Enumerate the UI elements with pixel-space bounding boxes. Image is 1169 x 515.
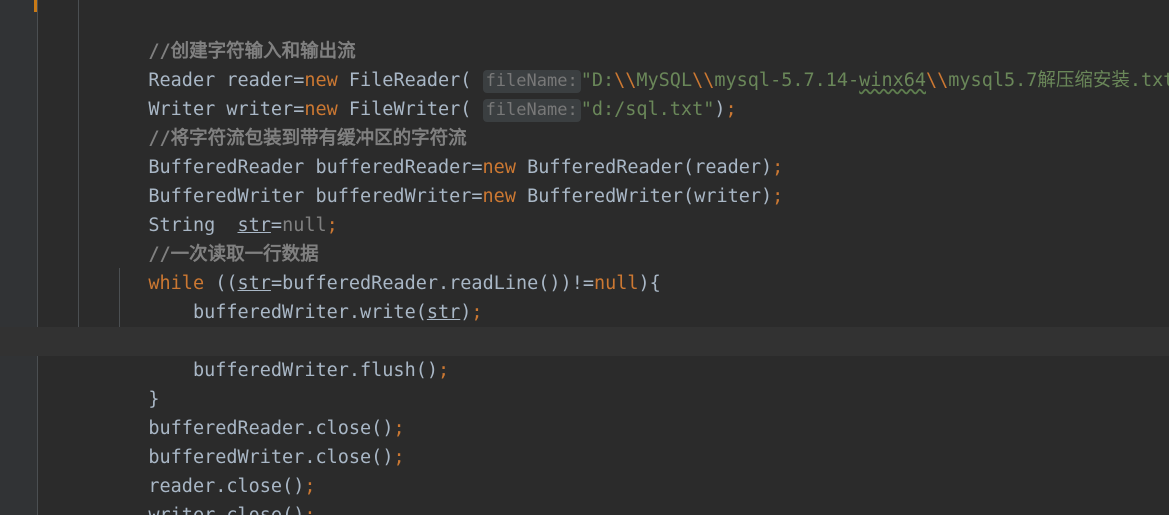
code-line[interactable]: Reader reader=new FileReader( fileName: "… bbox=[0, 37, 1169, 93]
token-dot: . bbox=[215, 505, 226, 515]
code-line[interactable]: bufferedWriter.write(str); bbox=[0, 269, 1169, 323]
token-method: close bbox=[226, 505, 282, 515]
code-line[interactable]: } bbox=[0, 356, 1169, 410]
code-line[interactable]: //一次读取一行数据 bbox=[0, 211, 1169, 265]
code-line[interactable]: bufferedReader.close(); bbox=[0, 385, 1169, 439]
token-semicolon: ; bbox=[304, 505, 315, 515]
token-object: writer bbox=[148, 505, 215, 515]
code-line[interactable]: //将字符流包装到带有缓冲区的字符流 bbox=[0, 95, 1169, 149]
code-line[interactable]: writer.close(); bbox=[0, 472, 1169, 515]
code-line[interactable]: bufferedWriter.newLine(); bbox=[0, 298, 1169, 352]
code-line[interactable]: while ((str=bufferedReader.readLine())!=… bbox=[0, 240, 1169, 294]
code-line[interactable]: String str=null; bbox=[0, 182, 1169, 236]
code-line[interactable]: //创建字符输入和输出流 bbox=[0, 8, 1169, 62]
code-line[interactable]: BufferedReader bufferedReader=new Buffer… bbox=[0, 124, 1169, 178]
code-line[interactable]: BufferedWriter bufferedWriter=new Buffer… bbox=[0, 153, 1169, 207]
code-line-current[interactable]: bufferedWriter.flush(); bbox=[0, 327, 1169, 381]
code-line[interactable]: reader.close(); bbox=[0, 443, 1169, 497]
token-paren: ( bbox=[282, 505, 293, 515]
code-line[interactable]: bufferedWriter.close(); bbox=[0, 414, 1169, 468]
code-surface[interactable]: (String[] args) //创建字符输入和输出流 Reader read… bbox=[0, 0, 1169, 515]
code-line[interactable]: Writer writer=new FileWriter( fileName: "… bbox=[0, 66, 1169, 122]
code-editor[interactable]: (String[] args) //创建字符输入和输出流 Reader read… bbox=[0, 0, 1169, 515]
token-paren: ) bbox=[293, 505, 304, 515]
